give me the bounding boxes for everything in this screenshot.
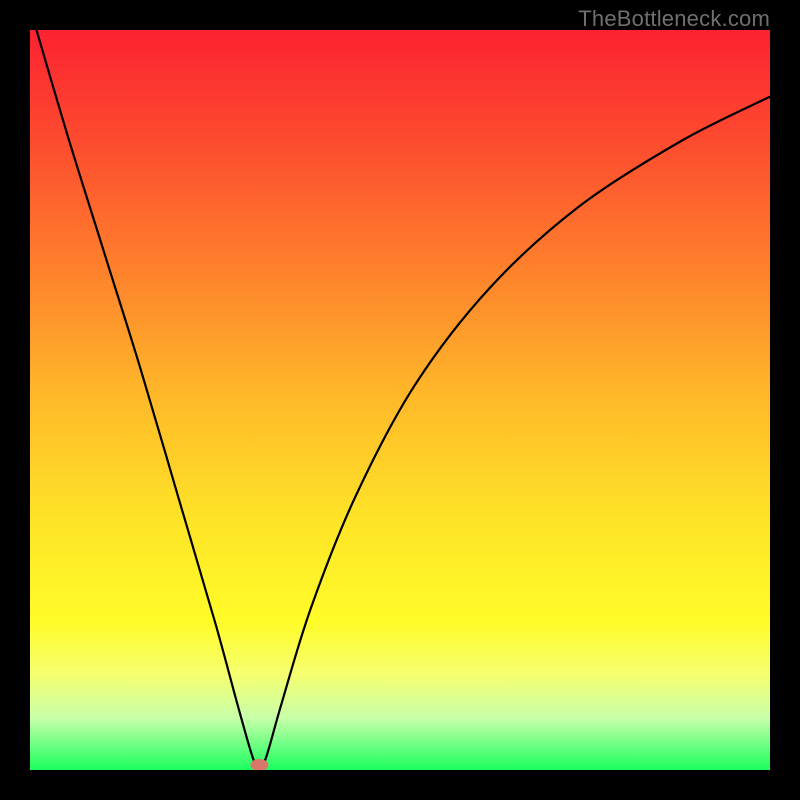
- chart-svg: [30, 30, 770, 770]
- plot-area: [30, 30, 770, 770]
- watermark-text: TheBottleneck.com: [578, 6, 770, 32]
- chart-frame: TheBottleneck.com: [0, 0, 800, 800]
- bottleneck-curve-path: [30, 30, 770, 770]
